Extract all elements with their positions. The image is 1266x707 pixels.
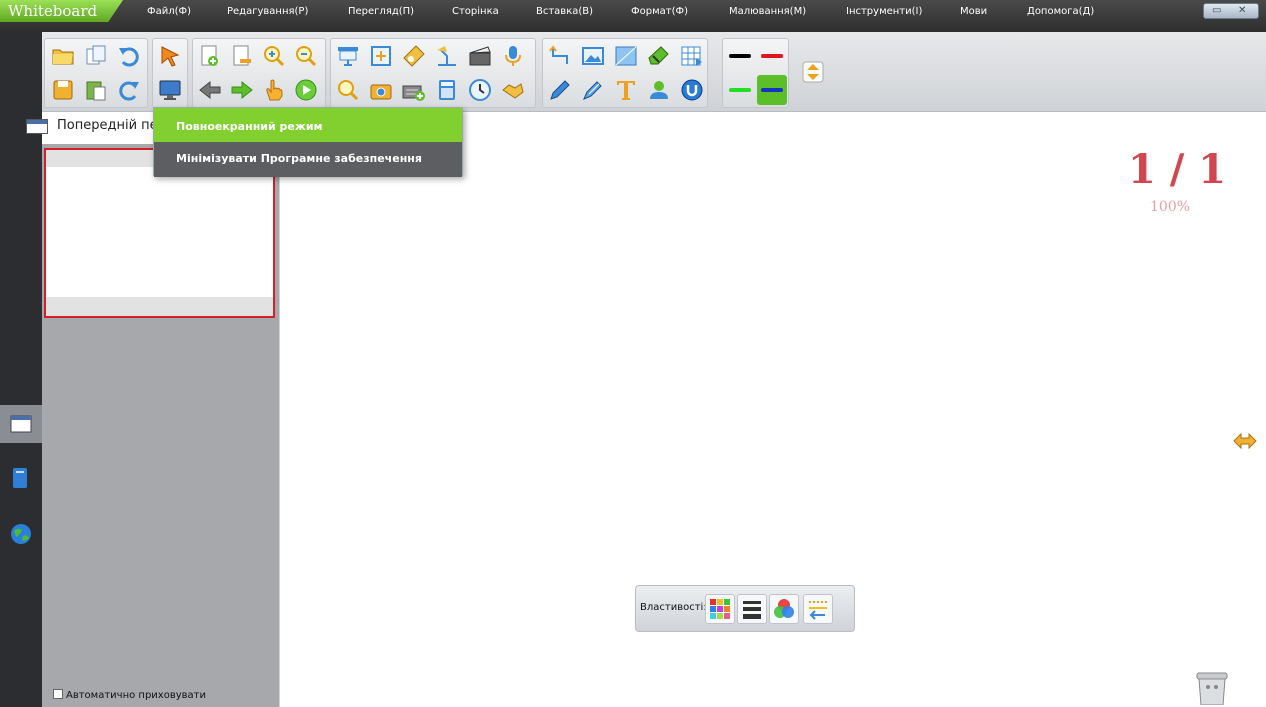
- clapperboard-icon[interactable]: [465, 41, 495, 71]
- camera-icon[interactable]: [366, 75, 396, 105]
- toolbar-group-pen-colors: [722, 38, 789, 108]
- connector-icon[interactable]: [545, 41, 575, 71]
- autohide-option[interactable]: Автоматично приховувати: [53, 689, 206, 701]
- marker-icon[interactable]: [578, 75, 608, 105]
- slide-thumbnail-bottom-bar: [46, 297, 273, 316]
- pen-color-red-swatch: [761, 54, 783, 58]
- menu-tools[interactable]: Інструменти(І): [846, 6, 922, 17]
- pen-color-blue-swatch: [761, 88, 783, 92]
- u-disk-icon[interactable]: [677, 75, 707, 105]
- autohide-label: Автоматично приховувати: [66, 690, 206, 701]
- color-palette-icon[interactable]: [705, 594, 735, 624]
- pen-color-green-swatch: [729, 88, 751, 92]
- line-style-icon[interactable]: [803, 594, 833, 624]
- trash-bin-icon[interactable]: [1195, 667, 1229, 705]
- toolbar: [42, 32, 1266, 112]
- spotlight-icon[interactable]: [399, 41, 429, 71]
- pen-color-red[interactable]: [757, 41, 787, 71]
- pen-color-black[interactable]: [725, 41, 755, 71]
- display-mode-dropdown: Повноекранний режим Мінімізувати Програм…: [153, 107, 463, 177]
- menu-languages[interactable]: Мови: [960, 6, 987, 17]
- page-indicator: 1 / 1: [1128, 146, 1227, 193]
- previous-page-thumbnail-icon: [26, 119, 48, 134]
- redo-icon[interactable]: [114, 75, 144, 105]
- menu-view[interactable]: Перегляд(П): [348, 6, 414, 17]
- previous-page-icon[interactable]: [195, 75, 225, 105]
- toolbar-group-draw: [542, 38, 708, 108]
- paste-icon[interactable]: [81, 75, 111, 105]
- properties-bar: Властивості:: [635, 585, 855, 632]
- table-icon[interactable]: [677, 41, 707, 71]
- whiteboard-app: Whiteboard Файл(Ф) Редагування(Р) Перегл…: [0, 0, 1266, 707]
- pen-color-green[interactable]: [725, 75, 755, 105]
- menu-page[interactable]: Сторінка: [452, 6, 499, 17]
- toolbar-group-select: [152, 38, 188, 108]
- menu-bar: Whiteboard Файл(Ф) Редагування(Р) Перегл…: [0, 0, 1266, 32]
- minimize-icon[interactable]: ▭: [1212, 4, 1221, 18]
- expand-toolbar-icon[interactable]: [798, 57, 828, 87]
- hand-pan-icon[interactable]: [259, 75, 289, 105]
- zoom-level: 100%: [1150, 199, 1191, 215]
- toolbar-group-page: [192, 38, 326, 108]
- handshake-icon[interactable]: [498, 75, 528, 105]
- menu-draw[interactable]: Малювання(М): [729, 6, 806, 17]
- copy-page-icon[interactable]: [81, 41, 111, 71]
- open-folder-icon[interactable]: [48, 41, 78, 71]
- menu-insert[interactable]: Вставка(В): [536, 6, 593, 17]
- add-page-icon[interactable]: [195, 41, 225, 71]
- monitor-icon[interactable]: [155, 75, 185, 105]
- minimize-software-item[interactable]: Мінімізувати Програмне забезпечення: [154, 142, 462, 177]
- slides-icon[interactable]: [10, 415, 32, 433]
- remove-page-icon[interactable]: [227, 41, 257, 71]
- close-icon[interactable]: ✕: [1238, 4, 1246, 18]
- clock-icon[interactable]: [465, 75, 495, 105]
- eraser-icon[interactable]: [644, 41, 674, 71]
- window-controls: ▭ ✕: [1203, 3, 1259, 19]
- toolbar-group-tools: [330, 38, 536, 108]
- play-icon[interactable]: [291, 75, 321, 105]
- keyboard-icon[interactable]: [399, 75, 429, 105]
- fit-screen-icon[interactable]: [366, 41, 396, 71]
- pen-color-black-swatch: [729, 54, 751, 58]
- microphone-icon[interactable]: [498, 41, 528, 71]
- user-stamp-icon[interactable]: [644, 75, 674, 105]
- book-icon[interactable]: [12, 467, 28, 489]
- desk-lamp-icon[interactable]: [432, 41, 462, 71]
- background-icon[interactable]: [611, 41, 641, 71]
- projector-screen-icon[interactable]: [333, 41, 363, 71]
- menu-help[interactable]: Допомога(Д): [1027, 6, 1094, 17]
- next-page-icon[interactable]: [227, 75, 257, 105]
- undo-icon[interactable]: [114, 41, 144, 71]
- pencil-icon[interactable]: [545, 75, 575, 105]
- line-width-icon[interactable]: [737, 594, 767, 624]
- collapse-arrow-icon[interactable]: [1233, 432, 1257, 450]
- globe-icon[interactable]: [10, 523, 32, 545]
- autohide-checkbox[interactable]: [53, 689, 63, 699]
- calculator-icon[interactable]: [432, 75, 462, 105]
- previous-label: Попередній пер: [57, 118, 166, 133]
- toolbar-group-file: [44, 38, 148, 108]
- menu-edit[interactable]: Редагування(Р): [227, 6, 308, 17]
- app-logo: Whiteboard: [0, 0, 123, 22]
- menu-format[interactable]: Формат(Ф): [631, 6, 688, 17]
- zoom-in-icon[interactable]: [259, 41, 289, 71]
- fullscreen-mode-item[interactable]: Повноекранний режим: [154, 108, 462, 142]
- menu-file[interactable]: Файл(Ф): [147, 6, 191, 17]
- image-icon[interactable]: [578, 41, 608, 71]
- fill-colors-icon[interactable]: [769, 594, 799, 624]
- save-icon[interactable]: [48, 75, 78, 105]
- select-arrow-icon[interactable]: [155, 41, 185, 71]
- properties-label: Властивості:: [640, 602, 707, 613]
- magnifier-icon[interactable]: [333, 75, 363, 105]
- pen-color-blue[interactable]: [757, 75, 787, 105]
- zoom-out-icon[interactable]: [291, 41, 321, 71]
- text-icon[interactable]: [611, 75, 641, 105]
